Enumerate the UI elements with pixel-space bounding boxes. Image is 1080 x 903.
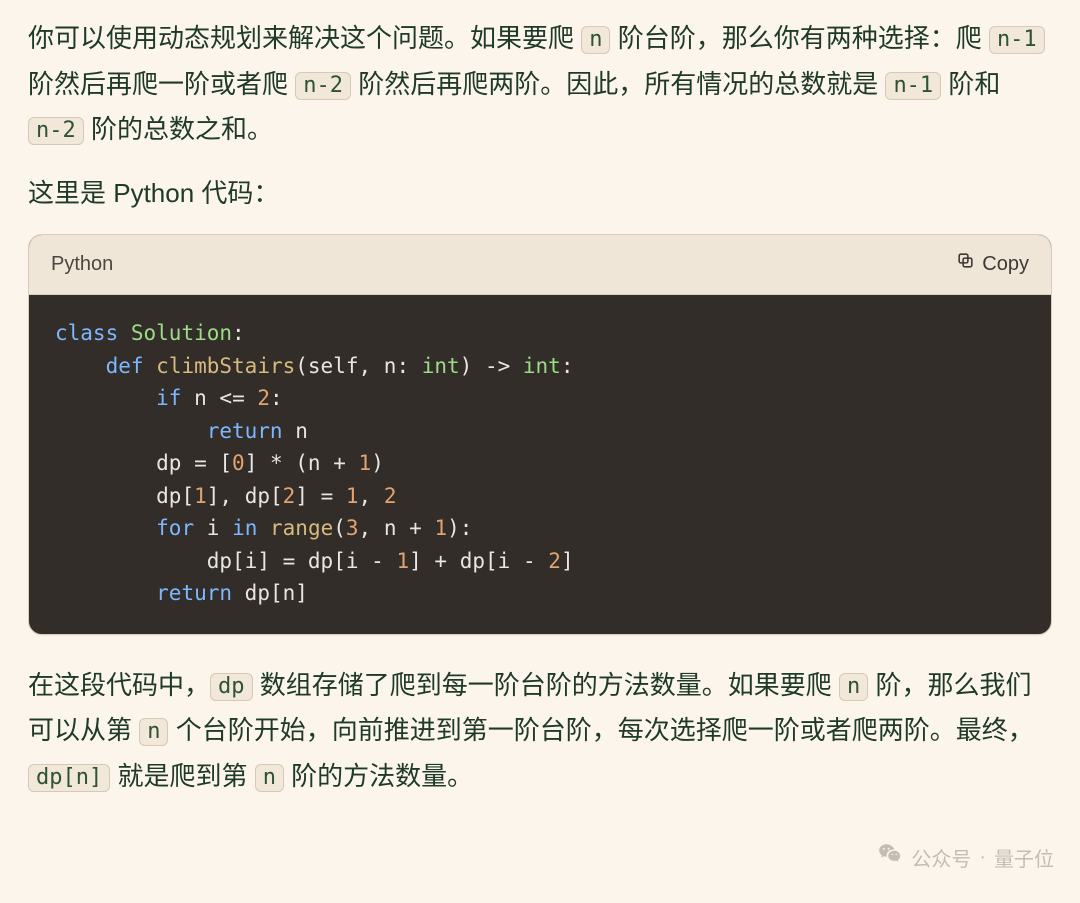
text: 阶然后再爬两阶。因此，所有情况的总数就是: [351, 69, 885, 99]
tok-n: n: [384, 516, 397, 540]
tok-dp: dp: [156, 451, 181, 475]
tok-1: 1: [346, 484, 359, 508]
tok-dp: dp: [156, 484, 181, 508]
text: 在这段代码中，: [28, 670, 210, 700]
tok-i: i: [346, 549, 359, 573]
tok-0: 0: [232, 451, 245, 475]
text: 阶和: [941, 69, 1000, 99]
tok-solution: Solution: [131, 321, 232, 345]
watermark-name: 量子位: [994, 843, 1054, 872]
text: 阶的总数之和。: [84, 114, 273, 144]
inline-code-n-1: n-1: [885, 72, 941, 100]
tok-dp: dp: [308, 549, 333, 573]
text: 你可以使用动态规划来解决这个问题。如果要爬: [28, 23, 581, 53]
tok-3: 3: [346, 516, 359, 540]
copy-label: Copy: [982, 247, 1029, 282]
inline-code-n: n: [839, 673, 868, 701]
tok-n: n: [308, 451, 321, 475]
tok-n: n: [194, 386, 207, 410]
article-content: 你可以使用动态规划来解决这个问题。如果要爬 n 阶台阶，那么你有两种选择：爬 n…: [28, 16, 1052, 799]
tok-2: 2: [283, 484, 296, 508]
text: 阶的方法数量。: [284, 761, 473, 791]
inline-code-n-2: n-2: [295, 72, 351, 100]
tok-n: n: [295, 419, 308, 443]
text: 数组存储了爬到每一阶台阶的方法数量。如果要爬: [253, 670, 839, 700]
watermark: 公众号 · 量子位: [877, 841, 1054, 873]
tok-dp: dp: [207, 549, 232, 573]
copy-button[interactable]: Copy: [956, 247, 1029, 282]
paragraph-3: 在这段代码中，dp 数组存储了爬到每一阶台阶的方法数量。如果要爬 n 阶，那么我…: [28, 663, 1052, 800]
inline-code-n-1: n-1: [989, 26, 1045, 54]
tok-n: n: [384, 354, 397, 378]
tok-1: 1: [434, 516, 447, 540]
tok-int: int: [523, 354, 561, 378]
inline-code-n: n: [581, 26, 610, 54]
copy-icon: [956, 247, 975, 282]
tok-2: 2: [384, 484, 397, 508]
tok-dp: dp: [245, 484, 270, 508]
tok-n: n: [283, 581, 296, 605]
tok-if: if: [156, 386, 181, 410]
code-body: class Solution: def climbStairs(self, n:…: [29, 295, 1051, 634]
tok-for: for: [156, 516, 194, 540]
tok-1: 1: [194, 484, 207, 508]
tok-in: in: [232, 516, 257, 540]
inline-code-dp-n: dp[n]: [28, 764, 110, 792]
tok-int: int: [422, 354, 460, 378]
paragraph-2: 这里是 Python 代码：: [28, 171, 1052, 217]
tok-range: range: [270, 516, 333, 540]
tok-def: def: [106, 354, 144, 378]
code-language-label: Python: [51, 247, 113, 282]
tok-dp: dp: [245, 581, 270, 605]
inline-code-n: n: [255, 764, 284, 792]
text: 个台阶开始，向前推进到第一阶台阶，每次选择爬一阶或者爬两阶。最终，: [168, 715, 1033, 745]
tok-2: 2: [548, 549, 561, 573]
tok-return: return: [156, 581, 232, 605]
paragraph-1: 你可以使用动态规划来解决这个问题。如果要爬 n 阶台阶，那么你有两种选择：爬 n…: [28, 16, 1052, 153]
tok-i: i: [498, 549, 511, 573]
tok-dp: dp: [460, 549, 485, 573]
tok-1: 1: [396, 549, 409, 573]
watermark-sep: ·: [979, 846, 986, 869]
tok-return: return: [207, 419, 283, 443]
watermark-label: 公众号: [911, 843, 971, 872]
wechat-icon: [877, 841, 903, 873]
tok-climbstairs: climbStairs: [156, 354, 295, 378]
inline-code-n: n: [139, 718, 168, 746]
tok-2: 2: [257, 386, 270, 410]
tok-i: i: [207, 516, 220, 540]
tok-1: 1: [359, 451, 372, 475]
tok-i: i: [245, 549, 258, 573]
tok-self: self: [308, 354, 359, 378]
text: 就是爬到第: [110, 761, 254, 791]
code-block: Python Copy class Solution: def climbSta…: [28, 234, 1052, 635]
inline-code-n-2: n-2: [28, 117, 84, 145]
code-header: Python Copy: [29, 235, 1051, 295]
inline-code-dp: dp: [210, 673, 253, 701]
text: 阶台阶，那么你有两种选择：爬: [610, 23, 988, 53]
tok-class: class: [55, 321, 118, 345]
text: 阶然后再爬一阶或者爬: [28, 69, 295, 99]
